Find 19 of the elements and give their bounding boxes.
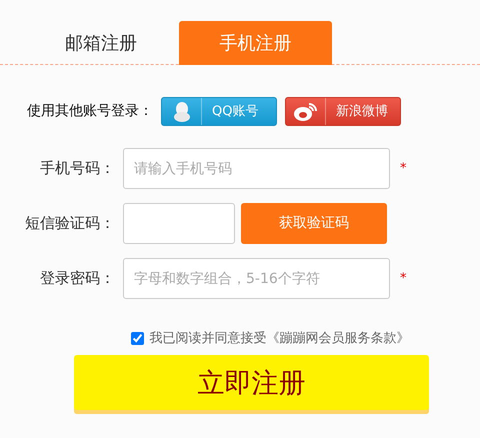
agreement-text: 我已阅读并同意接受《蹦蹦网会员服务条款》 <box>150 330 410 348</box>
input-field[interactable]: 字母和数字组合，5-16个字符 <box>123 258 390 299</box>
qq-login-button[interactable]: QQ账号 <box>161 97 277 126</box>
tab[interactable]: 邮箱注册 <box>30 21 172 65</box>
register-button[interactable]: 立即注册 <box>74 354 429 414</box>
penguin-icon <box>172 100 190 122</box>
input-field[interactable]: 请输入手机号码 <box>123 148 390 189</box>
field-label: 登录密码： <box>39 268 116 290</box>
agreement-checkbox[interactable] <box>130 332 144 346</box>
required-mark: * <box>400 160 406 178</box>
social-login-label: 使用其他账号登录： <box>27 102 153 121</box>
field-label: 手机号码： <box>39 158 116 180</box>
field-label: 短信验证码： <box>24 213 116 234</box>
get-code-button[interactable]: 获取验证码 <box>241 203 387 244</box>
weibo-login-button[interactable]: 新浪微博 <box>285 97 401 126</box>
required-mark: * <box>400 270 406 288</box>
tab[interactable]: 手机注册 <box>179 21 332 65</box>
code-field[interactable] <box>123 203 235 244</box>
eye-icon <box>292 102 318 122</box>
